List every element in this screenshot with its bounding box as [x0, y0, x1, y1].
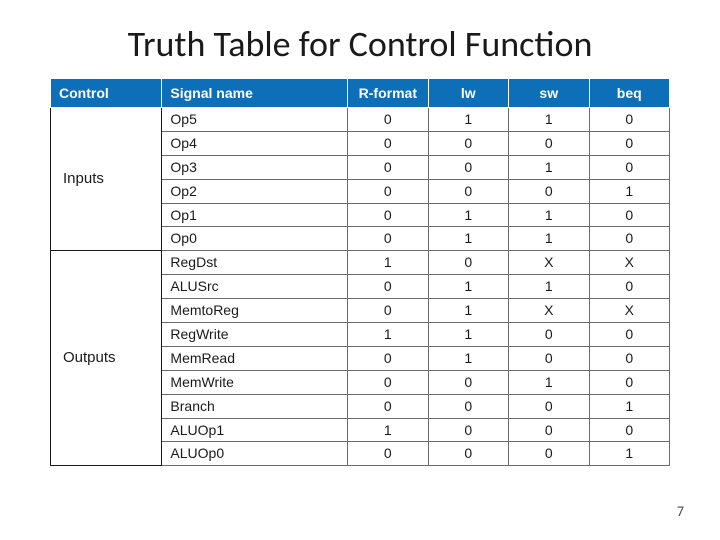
page-title: Truth Table for Control Function [0, 22, 720, 66]
cell: 0 [589, 346, 670, 370]
cell: 0 [348, 370, 428, 394]
col-header-sw: sw [509, 79, 589, 108]
cell: 0 [589, 370, 670, 394]
cell: 0 [428, 251, 508, 275]
cell: 0 [589, 203, 670, 227]
signal-name: ALUOp1 [162, 418, 348, 442]
truth-table-container: Control Signal name R-format lw sw beq I… [50, 78, 670, 466]
cell: 1 [428, 108, 508, 132]
signal-name: Op0 [162, 227, 348, 251]
signal-name: ALUOp0 [162, 442, 348, 466]
cell: 0 [589, 275, 670, 299]
cell: 0 [509, 394, 589, 418]
signal-name: Op1 [162, 203, 348, 227]
cell: 1 [509, 227, 589, 251]
cell: 1 [428, 227, 508, 251]
cell: X [589, 251, 670, 275]
signal-name: MemtoReg [162, 299, 348, 323]
cell: 0 [428, 131, 508, 155]
cell: 0 [589, 155, 670, 179]
cell: 0 [348, 299, 428, 323]
cell: 0 [348, 131, 428, 155]
cell: 0 [428, 394, 508, 418]
signal-name: Op3 [162, 155, 348, 179]
cell: 0 [348, 394, 428, 418]
signal-name: RegDst [162, 251, 348, 275]
signal-name: Op4 [162, 131, 348, 155]
cell: 1 [348, 418, 428, 442]
cell: 1 [509, 275, 589, 299]
cell: 0 [509, 442, 589, 466]
cell: 1 [509, 203, 589, 227]
group-label-outputs: Outputs [51, 251, 162, 466]
cell: 0 [348, 442, 428, 466]
cell: 1 [348, 251, 428, 275]
cell: X [589, 299, 670, 323]
cell: 0 [509, 323, 589, 347]
cell: 0 [428, 418, 508, 442]
signal-name: MemWrite [162, 370, 348, 394]
cell: 1 [428, 203, 508, 227]
cell: 1 [428, 275, 508, 299]
signal-name: ALUSrc [162, 275, 348, 299]
signal-name: Branch [162, 394, 348, 418]
signal-name: Op2 [162, 179, 348, 203]
cell: 0 [589, 227, 670, 251]
col-header-beq: beq [589, 79, 670, 108]
cell: 0 [348, 346, 428, 370]
table-body: Inputs Op5 0 1 1 0 Op4 0 0 0 0 Op3 0 [51, 108, 670, 466]
cell: 1 [428, 346, 508, 370]
signal-name: MemRead [162, 346, 348, 370]
cell: X [509, 299, 589, 323]
truth-table: Control Signal name R-format lw sw beq I… [50, 78, 670, 466]
cell: 0 [589, 418, 670, 442]
table-row: Inputs Op5 0 1 1 0 [51, 108, 670, 132]
col-header-lw: lw [428, 79, 508, 108]
cell: 0 [589, 323, 670, 347]
cell: 0 [428, 179, 508, 203]
signal-name: RegWrite [162, 323, 348, 347]
cell: 0 [348, 227, 428, 251]
page-number: 7 [677, 503, 684, 520]
cell: 0 [509, 346, 589, 370]
cell: 1 [509, 108, 589, 132]
cell: 0 [589, 108, 670, 132]
cell: 0 [348, 155, 428, 179]
cell: 0 [428, 370, 508, 394]
cell: 1 [509, 155, 589, 179]
cell: 0 [509, 179, 589, 203]
cell: 0 [589, 131, 670, 155]
cell: 1 [348, 323, 428, 347]
cell: 0 [428, 442, 508, 466]
signal-name: Op5 [162, 108, 348, 132]
group-label-inputs: Inputs [51, 108, 162, 251]
table-row: Outputs RegDst 1 0 X X [51, 251, 670, 275]
cell: 1 [589, 442, 670, 466]
cell: 1 [589, 394, 670, 418]
slide: Truth Table for Control Function Control… [0, 0, 720, 540]
cell: 0 [348, 275, 428, 299]
cell: 0 [509, 418, 589, 442]
cell: 0 [509, 131, 589, 155]
cell: 0 [348, 203, 428, 227]
cell: 0 [428, 155, 508, 179]
table-header: Control Signal name R-format lw sw beq [51, 79, 670, 108]
cell: 0 [348, 108, 428, 132]
col-header-rformat: R-format [348, 79, 428, 108]
col-header-signal: Signal name [162, 79, 348, 108]
col-header-control: Control [51, 79, 162, 108]
cell: 1 [589, 179, 670, 203]
cell: 1 [428, 299, 508, 323]
cell: 1 [509, 370, 589, 394]
cell: X [509, 251, 589, 275]
cell: 0 [348, 179, 428, 203]
cell: 1 [428, 323, 508, 347]
